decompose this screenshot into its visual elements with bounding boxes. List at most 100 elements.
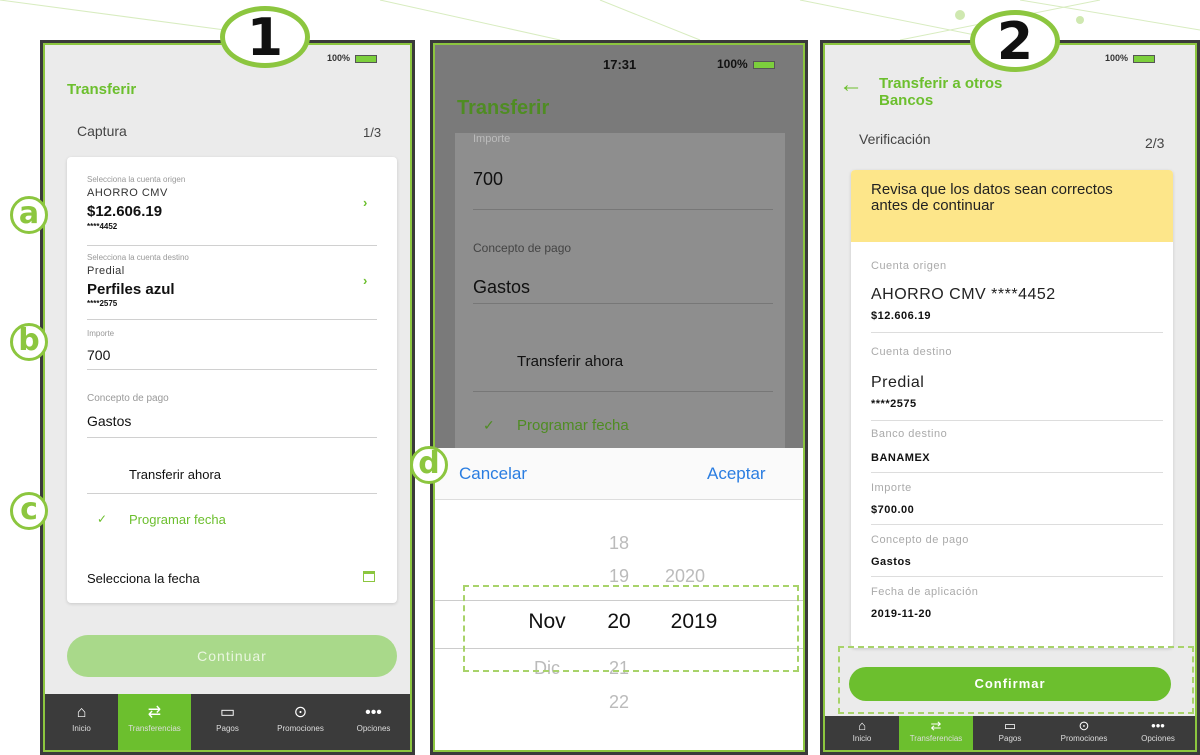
- divider: [473, 303, 773, 304]
- checkmark-icon: ✓: [483, 417, 495, 433]
- continue-button[interactable]: Continuar: [67, 635, 397, 677]
- page-title: Transferir: [67, 81, 137, 98]
- cash-icon: ▭: [1003, 718, 1017, 733]
- divider: [871, 576, 1163, 577]
- tab-label: Pagos: [998, 734, 1022, 743]
- battery-icon: [354, 54, 377, 63]
- tab-bar: ⌂ Inicio ⇄ Transferencias ▭ Pagos ⊙ Promocio…: [825, 716, 1195, 750]
- step-count: 1/3: [363, 125, 382, 140]
- tab-transferencias[interactable]: ⇄ Transferencias: [118, 694, 191, 750]
- checkmark-icon: ✓: [97, 512, 108, 526]
- origin-account-balance: $12.606.19: [87, 203, 163, 220]
- transfer-form-card: Selecciona la cuenta origen AHORRO CMV $…: [67, 157, 397, 603]
- battery-icon: [753, 60, 776, 69]
- title-line: Transferir a otros: [879, 75, 1003, 92]
- divider: [87, 493, 377, 494]
- tab-label: Promociones: [1060, 734, 1108, 743]
- amount-input[interactable]: 700: [87, 347, 110, 363]
- picker-day-above: 19: [608, 566, 630, 586]
- marker-d: d: [410, 446, 448, 484]
- marker-b: b: [10, 323, 48, 361]
- amount-label: Importe: [87, 329, 115, 338]
- option-transfer-now[interactable]: Transferir ahora: [129, 467, 221, 482]
- divider: [871, 420, 1163, 421]
- step-count: 2/3: [1145, 135, 1165, 151]
- status-time: 17:31: [603, 57, 637, 72]
- destination-account-label: Selecciona la cuenta destino: [87, 253, 189, 262]
- divider: [87, 369, 377, 370]
- transfer-icon: ⇄: [147, 704, 162, 721]
- page-title: Transferir: [457, 97, 550, 119]
- tab-promociones[interactable]: ⊙ Promociones: [1047, 716, 1121, 750]
- picker-day-below: 22: [608, 692, 630, 712]
- picker-year-above: 2020: [664, 566, 706, 586]
- destination-account-name: Predial: [87, 265, 125, 277]
- step-label: Verificación: [859, 131, 931, 147]
- tab-label: Transferencias: [909, 734, 963, 743]
- amount-value: $700.00: [871, 504, 915, 516]
- origin-account-number: ****4452: [87, 222, 118, 231]
- more-icon: •••: [365, 704, 382, 721]
- destination-account-selector[interactable]: Selecciona la cuenta destino Predial Per…: [67, 247, 397, 319]
- status-bar: 100%: [717, 57, 776, 71]
- tab-label: Inicio: [72, 724, 91, 733]
- step-marker-2: 2: [970, 10, 1060, 72]
- step-marker-1: 1: [220, 6, 310, 68]
- back-arrow-icon[interactable]: ←: [839, 71, 863, 99]
- destination-label: Cuenta destino: [871, 346, 952, 358]
- origin-amount: $12.606.19: [871, 310, 932, 322]
- option-schedule-date[interactable]: Programar fecha: [129, 512, 226, 527]
- tab-transferencias[interactable]: ⇄ Transferencias: [899, 716, 973, 750]
- cancel-button[interactable]: Cancelar: [459, 464, 527, 484]
- divider: [87, 319, 377, 320]
- tab-bar: ⌂ Inicio ⇄ Transferencias ▭ Pagos ⊙ Promocio…: [45, 694, 410, 750]
- option-schedule-date: Programar fecha: [517, 417, 629, 434]
- origin-account-selector[interactable]: Selecciona la cuenta origen AHORRO CMV $…: [67, 157, 397, 245]
- date-value: 2019-11-20: [871, 608, 932, 620]
- amount-value: 700: [473, 169, 504, 189]
- divider: [871, 524, 1163, 525]
- phone-screen-1: 100% Transferir Captura 1/3 Selecciona l…: [43, 43, 412, 752]
- status-bar: 100%: [327, 53, 377, 63]
- select-date-field[interactable]: Selecciona la fecha: [87, 571, 200, 586]
- marker-a: a: [10, 196, 48, 234]
- bank-value: BANAMEX: [871, 452, 931, 464]
- amount-label: Importe: [473, 133, 511, 145]
- tab-inicio[interactable]: ⌂ Inicio: [45, 694, 118, 750]
- calendar-icon[interactable]: [363, 571, 375, 582]
- concept-input[interactable]: Gastos: [87, 413, 131, 429]
- tab-label: Transferencias: [128, 724, 181, 733]
- tab-inicio[interactable]: ⌂ Inicio: [825, 716, 899, 750]
- step-label: Captura: [77, 123, 127, 139]
- cash-icon: ▭: [219, 704, 236, 721]
- review-notice: Revisa que los datos sean correctos ante…: [851, 170, 1173, 242]
- origin-label: Cuenta origen: [871, 260, 947, 272]
- tab-opciones[interactable]: ••• Opciones: [337, 694, 410, 750]
- option-transfer-now: Transferir ahora: [517, 353, 624, 370]
- tab-label: Pagos: [216, 724, 239, 733]
- destination-number: ****2575: [871, 398, 917, 410]
- tab-promociones[interactable]: ⊙ Promociones: [264, 694, 337, 750]
- accept-button[interactable]: Aceptar: [707, 464, 766, 484]
- dimmed-form-background: 17:31 100% Transferir Importe 700 Concep…: [435, 45, 803, 448]
- page-title: Transferir a otros Bancos: [879, 75, 1002, 109]
- battery-percent: 100%: [327, 53, 351, 63]
- panel-capture: 100% Transferir Captura 1/3 Selecciona l…: [40, 40, 415, 755]
- more-icon: •••: [1151, 718, 1165, 733]
- divider: [87, 437, 377, 438]
- picker-toolbar: Cancelar Aceptar: [435, 448, 803, 500]
- highlight-confirm-button: [838, 646, 1194, 714]
- chevron-right-icon: ›: [363, 195, 368, 210]
- origin-account-label: Selecciona la cuenta origen: [87, 175, 186, 184]
- divider: [87, 245, 377, 246]
- tab-opciones[interactable]: ••• Opciones: [1121, 716, 1195, 750]
- transfer-icon: ⇄: [930, 718, 942, 733]
- tab-label: Opciones: [1141, 734, 1175, 743]
- tab-pagos[interactable]: ▭ Pagos: [973, 716, 1047, 750]
- tab-label: Promociones: [277, 724, 324, 733]
- tab-label: Inicio: [852, 734, 872, 743]
- tab-pagos[interactable]: ▭ Pagos: [191, 694, 264, 750]
- battery-icon: [1132, 54, 1155, 63]
- date-label: Fecha de aplicación: [871, 586, 979, 598]
- divider: [473, 209, 773, 210]
